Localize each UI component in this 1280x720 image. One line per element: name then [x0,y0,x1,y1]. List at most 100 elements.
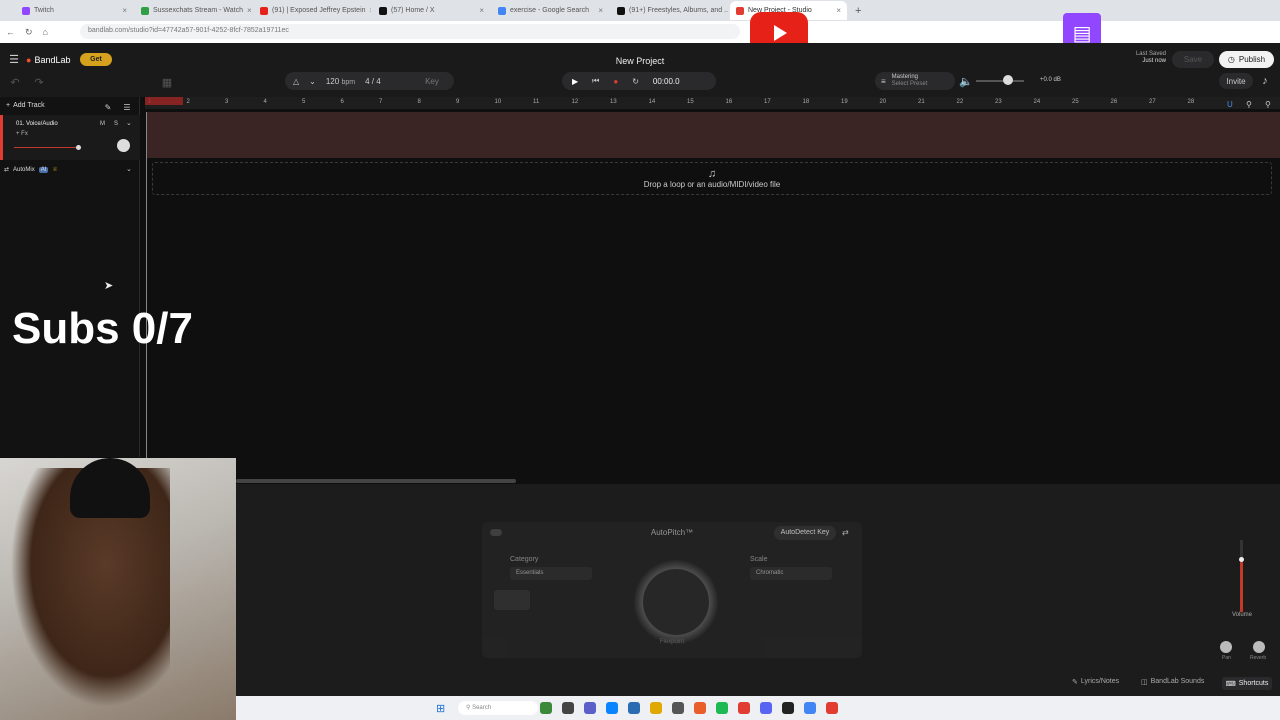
invite-button[interactable]: Invite [1219,73,1253,89]
home-icon[interactable]: ⌂ [43,27,48,37]
speaker-icon[interactable]: 🔈 [959,76,973,88]
pan-knob[interactable] [117,139,130,152]
tab-favicon-icon [141,6,149,15]
redo-icon[interactable]: ↷ [34,77,44,89]
snap-icon[interactable]: U [1227,100,1233,109]
ruler-bar-label: 4 [263,99,267,105]
autodetect-key-button[interactable]: AutoDetect Key [774,526,836,540]
ruler-bar-label: 9 [456,99,460,105]
rewind-icon[interactable]: ⏮ [592,76,599,86]
lyrics-notes-button[interactable]: ✎ Lyrics/Notes [1072,678,1119,686]
transport-controls: ▶ ⏮ ● ↻ 00:00.0 [562,72,716,90]
tab-close-icon[interactable]: × [122,6,127,15]
autopitch-settings-icon[interactable]: ⇄ [842,528,849,537]
playhead-region[interactable] [145,97,183,105]
taskbar-app-icon[interactable] [716,702,728,714]
key-button[interactable]: Key [410,72,454,90]
chevron-down-icon[interactable]: ⌄ [126,119,132,127]
globe-icon: ◷ [1227,55,1235,64]
zoom-in-icon[interactable]: ⚲ [1265,100,1271,109]
loop-icon[interactable]: ↻ [632,77,639,86]
tempo-value[interactable]: 120 bpm [326,77,355,86]
browser-tab[interactable]: Sussexchats Stream - Watch × [135,1,252,20]
taskbar-app-icon[interactable] [782,702,794,714]
mixer-icon[interactable]: ▦ [158,75,176,89]
taskbar-app-icon[interactable] [540,702,552,714]
settings-icon[interactable]: ☰ [122,102,132,112]
mastering-button[interactable]: ≡ Mastering Select Preset [875,72,955,90]
tab-close-icon[interactable]: × [247,6,252,15]
preset-grid[interactable] [494,590,604,634]
automix-row[interactable]: ⇄ AutoMix AI ♕ [4,166,58,173]
tab-favicon-icon [379,6,387,15]
ruler-bar-label: 17 [764,99,771,105]
drop-zone[interactable]: ♫ Drop a loop or an audio/MIDI/video fil… [152,162,1272,195]
time-signature[interactable]: 4 / 4 [365,77,381,86]
save-button[interactable]: Save [1172,51,1214,68]
taskbar-app-icon[interactable] [826,702,838,714]
scale-keys[interactable] [738,594,850,630]
track-volume-handle[interactable] [76,145,81,150]
timeline-ruler[interactable]: 1234567891011121314151617181920212223242… [145,97,1280,109]
taskbar-app-icon[interactable] [606,702,618,714]
volume-handle[interactable] [1239,557,1244,562]
ruler-bar-label: 2 [186,99,190,105]
browser-tab[interactable]: exercise - Google Search × [492,1,609,20]
record-icon[interactable]: ● [613,77,618,86]
browser-tab[interactable]: (91+) Freestyles, Albums, and ...× [611,1,728,20]
mastering-preset: Select Preset [891,81,928,87]
chevron-down-icon[interactable]: ⌄ [309,77,316,86]
shortcuts-button[interactable]: ⌨ Shortcuts [1222,677,1272,690]
mute-button[interactable]: M [100,121,105,127]
taskbar-app-icon[interactable] [760,702,772,714]
taskbar-app-icon[interactable] [672,702,684,714]
taskbar-app-icon[interactable] [562,702,574,714]
taskbar-app-icon[interactable] [738,702,750,714]
last-saved: Last Saved Just now [1135,51,1166,64]
reverb-knob[interactable] [1253,641,1265,653]
browser-tab[interactable]: (91) | Exposed Jeffrey Epstein × [254,1,371,20]
add-track-button[interactable]: + Add Track [6,102,45,109]
project-title[interactable]: New Project [0,56,1280,66]
solo-button[interactable]: S [114,121,118,127]
play-icon[interactable]: ▶ [572,77,578,86]
taskbar-app-icon[interactable] [628,702,640,714]
windows-start-icon[interactable]: ⊞ [436,702,445,715]
automix-chevron-icon[interactable]: ⌄ [126,165,132,173]
master-volume-handle[interactable] [1003,75,1013,85]
track-fx-button[interactable]: + Fx [16,131,28,137]
taskbar-app-icon[interactable] [650,702,662,714]
tab-close-icon[interactable]: × [479,6,484,15]
taskbar-app-icon[interactable] [584,702,596,714]
bell-icon[interactable]: ♪ [1260,75,1270,87]
zoom-out-icon[interactable]: ⚲ [1246,100,1252,109]
scale-select[interactable]: Chromatic [750,567,832,580]
taskbar-app-icon[interactable] [694,702,706,714]
tab-close-icon[interactable]: × [598,6,603,15]
taskbar-search[interactable]: ⚲ Search [458,701,538,715]
ai-badge: AI [38,166,49,173]
publish-button[interactable]: ◷ Publish [1219,51,1274,68]
horizontal-scrollbar[interactable] [236,479,516,483]
browser-tab[interactable]: (57) Home / X × [373,1,490,20]
pan-knob-bottom[interactable] [1220,641,1232,653]
category-select[interactable]: Essentials [510,567,592,580]
ruler-bar-label: 18 [802,99,810,105]
undo-icon[interactable]: ↶ [10,77,20,89]
metronome-icon[interactable]: △ [293,77,299,86]
track-lane[interactable] [146,112,1280,158]
browser-tab[interactable]: Twitch × [16,1,133,20]
bandlab-sounds-button[interactable]: ◫ BandLab Sounds [1141,678,1204,686]
taskbar-app-icon[interactable] [804,702,816,714]
track-volume-slider[interactable] [14,147,80,148]
back-icon[interactable]: ← [6,27,15,37]
track-header[interactable]: 01. Voice/Audio + Fx M S ⌄ [0,115,140,160]
pencil-icon[interactable]: ✎ [103,102,113,112]
reload-icon[interactable]: ↻ [25,27,33,38]
tab-close-icon[interactable]: × [370,6,371,15]
headset-icon [70,458,150,518]
url-input[interactable]: bandlab.com/studio?id=47742a57-901f-4252… [80,24,740,39]
track-name[interactable]: 01. Voice/Audio [16,121,58,127]
flexpoint-knob[interactable] [634,560,718,644]
master-volume-slider[interactable] [976,80,1024,82]
